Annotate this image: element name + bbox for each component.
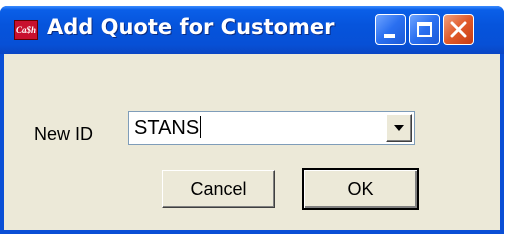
minimize-button[interactable]: [375, 14, 406, 45]
new-id-input[interactable]: STANS: [134, 116, 202, 140]
new-id-combobox[interactable]: STANS: [128, 111, 415, 145]
close-icon: [450, 21, 467, 38]
text-caret: [200, 116, 202, 138]
app-icon-text: Ca$h: [15, 24, 36, 35]
app-icon[interactable]: Ca$h: [14, 20, 38, 40]
new-id-value: STANS: [134, 117, 200, 139]
dialog-window: Ca$h Add Quote for Customer New ID STANS…: [0, 6, 504, 234]
minimize-icon: [384, 34, 395, 38]
maximize-button[interactable]: [409, 14, 440, 45]
dropdown-button[interactable]: [386, 114, 412, 142]
dropdown-arrow-icon: [394, 125, 404, 131]
cancel-button[interactable]: Cancel: [162, 170, 275, 208]
new-id-label: New ID: [34, 124, 94, 144]
ok-button[interactable]: OK: [302, 168, 419, 210]
close-button[interactable]: [443, 14, 474, 45]
maximize-icon: [417, 22, 432, 37]
title-bar[interactable]: Ca$h Add Quote for Customer: [0, 6, 504, 54]
dialog-body: New ID STANS Cancel OK: [4, 54, 500, 230]
window-title: Add Quote for Customer: [47, 15, 335, 39]
